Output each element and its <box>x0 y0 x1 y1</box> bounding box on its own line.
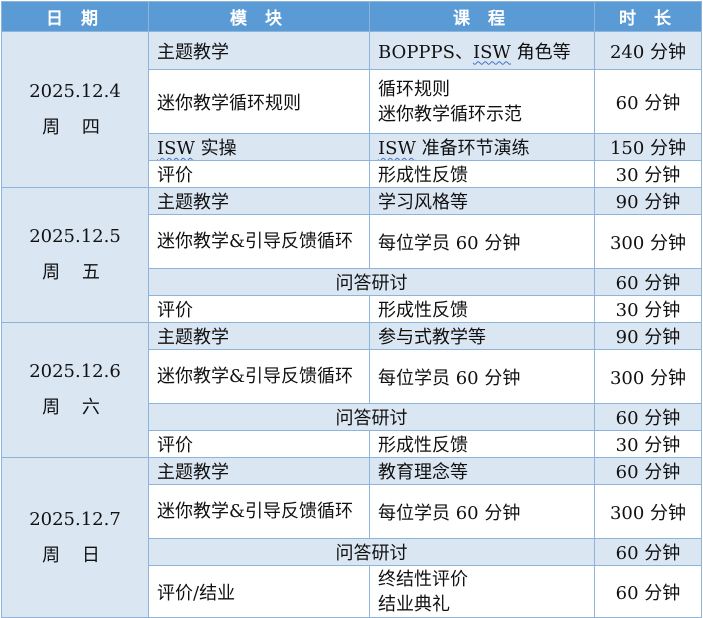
course-line: 迷你教学循环示范 <box>378 103 522 125</box>
duration-cell: 90 分钟 <box>594 322 702 350</box>
header-module: 模 块 <box>148 1 370 32</box>
course-abbrev: ISW <box>472 41 511 63</box>
duration-cell: 300 分钟 <box>594 214 702 269</box>
course-cell: ISW 准备环节演练 <box>369 133 595 161</box>
module-cell: 评价 <box>148 160 370 188</box>
module-cell: 主题教学 <box>148 187 370 215</box>
date-cell: 2025.12.5 周 五 <box>1 187 149 323</box>
duration-cell: 240 分钟 <box>594 31 702 70</box>
module-cell: 评价/结业 <box>148 565 370 618</box>
duration-cell: 30 分钟 <box>594 160 702 188</box>
merged-module-cell: 问答研讨 <box>148 538 595 566</box>
schedule-table: 日 期 模 块 课 程 时 长 2025.12.4 周 四 主题教学 BOPPP… <box>1 1 702 618</box>
module-cell: 迷你教学&引导反馈循环 <box>148 349 370 404</box>
course-cell: 每位学员 60 分钟 <box>369 214 595 269</box>
date-text: 2025.12.4 <box>29 80 121 102</box>
duration-cell: 300 分钟 <box>594 349 702 404</box>
table-row: 2025.12.5 周 五 主题教学 学习风格等 90 分钟 <box>1 187 702 323</box>
course-cell: 参与式教学等 <box>369 322 595 350</box>
course-cell: 每位学员 60 分钟 <box>369 349 595 404</box>
course-text-suffix: 角色等 <box>510 41 571 63</box>
duration-cell: 60 分钟 <box>594 565 702 618</box>
module-abbrev: ISW <box>157 138 195 159</box>
module-cell: 主题教学 <box>148 322 370 350</box>
course-cell: 每位学员 60 分钟 <box>369 484 595 539</box>
module-cell: 迷你教学&引导反馈循环 <box>148 214 370 269</box>
course-cell: 学习风格等 <box>369 187 595 215</box>
module-cell: ISW 实操 <box>148 133 370 161</box>
duration-cell: 30 分钟 <box>594 295 702 323</box>
course-cell: 终结性评价 结业典礼 <box>369 565 595 618</box>
course-cell: BOPPPS、ISW 角色等 <box>369 31 595 70</box>
duration-cell: 300 分钟 <box>594 484 702 539</box>
duration-cell: 60 分钟 <box>594 69 702 134</box>
date-cell: 2025.12.6 周 六 <box>1 322 149 458</box>
duration-cell: 60 分钟 <box>594 457 702 485</box>
module-cell: 评价 <box>148 295 370 323</box>
header-duration: 时 长 <box>594 1 702 32</box>
weekday-text: 周 六 <box>42 397 108 418</box>
date-text: 2025.12.6 <box>29 361 121 382</box>
module-cell: 迷你教学循环规则 <box>148 69 370 134</box>
duration-cell: 60 分钟 <box>594 538 702 566</box>
table-row: 2025.12.4 周 四 主题教学 BOPPPS、ISW 角色等 240 分钟 <box>1 31 702 188</box>
date-cell: 2025.12.7 周 日 <box>1 457 149 618</box>
header-date: 日 期 <box>1 1 149 32</box>
date-cell: 2025.12.4 周 四 <box>1 31 149 188</box>
course-cell: 循环规则 迷你教学循环示范 <box>369 69 595 134</box>
module-cell: 迷你教学&引导反馈循环 <box>148 484 370 539</box>
module-cell: 主题教学 <box>148 31 370 70</box>
course-abbrev: ISW <box>378 138 416 159</box>
date-text: 2025.12.5 <box>29 226 121 247</box>
course-line: 结业典礼 <box>378 593 450 615</box>
merged-module-cell: 问答研讨 <box>148 268 595 296</box>
course-line: 循环规则 <box>378 78 450 100</box>
header-row: 日 期 模 块 课 程 时 长 <box>1 1 702 32</box>
course-cell: 形成性反馈 <box>369 430 595 458</box>
course-cell: 形成性反馈 <box>369 295 595 323</box>
course-line: 终结性评价 <box>378 568 468 590</box>
course-text-suffix: 准备环节演练 <box>415 138 530 159</box>
weekday-text: 周 日 <box>42 544 108 566</box>
duration-cell: 60 分钟 <box>594 403 702 431</box>
course-cell: 教育理念等 <box>369 457 595 485</box>
course-text: BOPPPS、 <box>378 41 473 63</box>
table-row: 2025.12.6 周 六 主题教学 参与式教学等 90 分钟 <box>1 322 702 458</box>
date-text: 2025.12.7 <box>29 508 121 530</box>
module-cell: 评价 <box>148 430 370 458</box>
schedule-page: 日 期 模 块 课 程 时 长 2025.12.4 周 四 主题教学 BOPPP… <box>0 0 703 618</box>
module-text-suffix: 实操 <box>194 138 237 159</box>
weekday-text: 周 四 <box>42 116 108 138</box>
duration-cell: 60 分钟 <box>594 268 702 296</box>
course-cell: 形成性反馈 <box>369 160 595 188</box>
table-row: 2025.12.7 周 日 主题教学 教育理念等 60 分钟 <box>1 457 702 618</box>
header-course: 课 程 <box>369 1 595 32</box>
duration-cell: 90 分钟 <box>594 187 702 215</box>
module-cell: 主题教学 <box>148 457 370 485</box>
duration-cell: 150 分钟 <box>594 133 702 161</box>
duration-cell: 30 分钟 <box>594 430 702 458</box>
merged-module-cell: 问答研讨 <box>148 403 595 431</box>
weekday-text: 周 五 <box>42 262 108 283</box>
